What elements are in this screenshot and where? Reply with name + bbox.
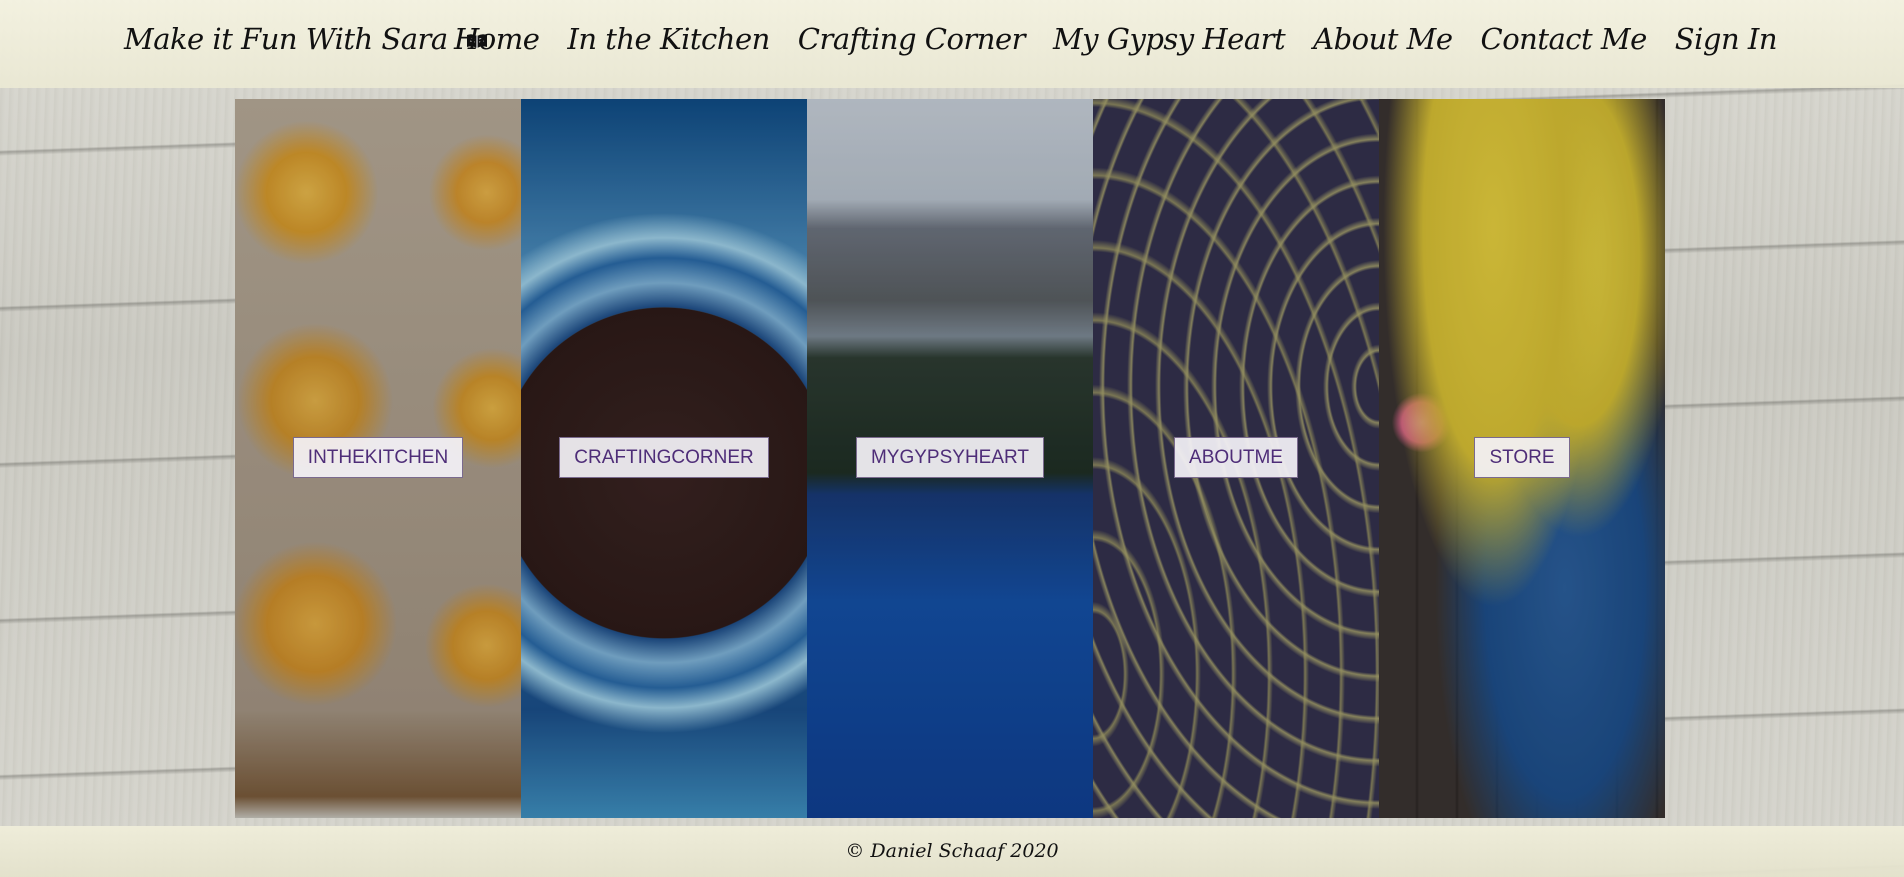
panel-my-gypsy-heart[interactable]: MYGYPSYHEART	[807, 99, 1093, 818]
copyright-text: © Daniel Schaaf 2020	[845, 840, 1059, 862]
category-panels: INTHEKITCHEN CRAFTINGCORNER MYGYPSYHEART…	[235, 99, 1665, 818]
nav-in-the-kitchen[interactable]: In the Kitchen	[567, 22, 770, 56]
brand-title: Make it Fun With Sara	[124, 22, 448, 56]
nav-about-me[interactable]: About Me	[1313, 22, 1453, 56]
nav-my-gypsy-heart[interactable]: My Gypsy Heart	[1053, 22, 1286, 56]
panel-in-the-kitchen[interactable]: INTHEKITCHEN	[235, 99, 521, 818]
panel-about-me[interactable]: ABOUTME	[1093, 99, 1379, 818]
panel-label-crafting[interactable]: CRAFTINGCORNER	[559, 437, 769, 478]
panel-label-kitchen[interactable]: INTHEKITCHEN	[292, 437, 464, 478]
panel-crafting-corner[interactable]: CRAFTINGCORNER	[521, 99, 807, 818]
nav-home[interactable]: Home	[454, 22, 540, 56]
main-nav: Home In the Kitchen Crafting Corner My G…	[454, 22, 1778, 56]
site-brand[interactable]: Make it Fun With Sara	[124, 22, 488, 56]
nav-crafting-corner[interactable]: Crafting Corner	[798, 22, 1026, 56]
panel-store[interactable]: STORE	[1379, 99, 1665, 818]
panel-label-store[interactable]: STORE	[1474, 437, 1570, 478]
panel-label-about[interactable]: ABOUTME	[1174, 437, 1298, 478]
nav-contact-me[interactable]: Contact Me	[1481, 22, 1648, 56]
panel-label-gypsy[interactable]: MYGYPSYHEART	[855, 437, 1045, 478]
nav-sign-in[interactable]: Sign In	[1675, 22, 1778, 56]
